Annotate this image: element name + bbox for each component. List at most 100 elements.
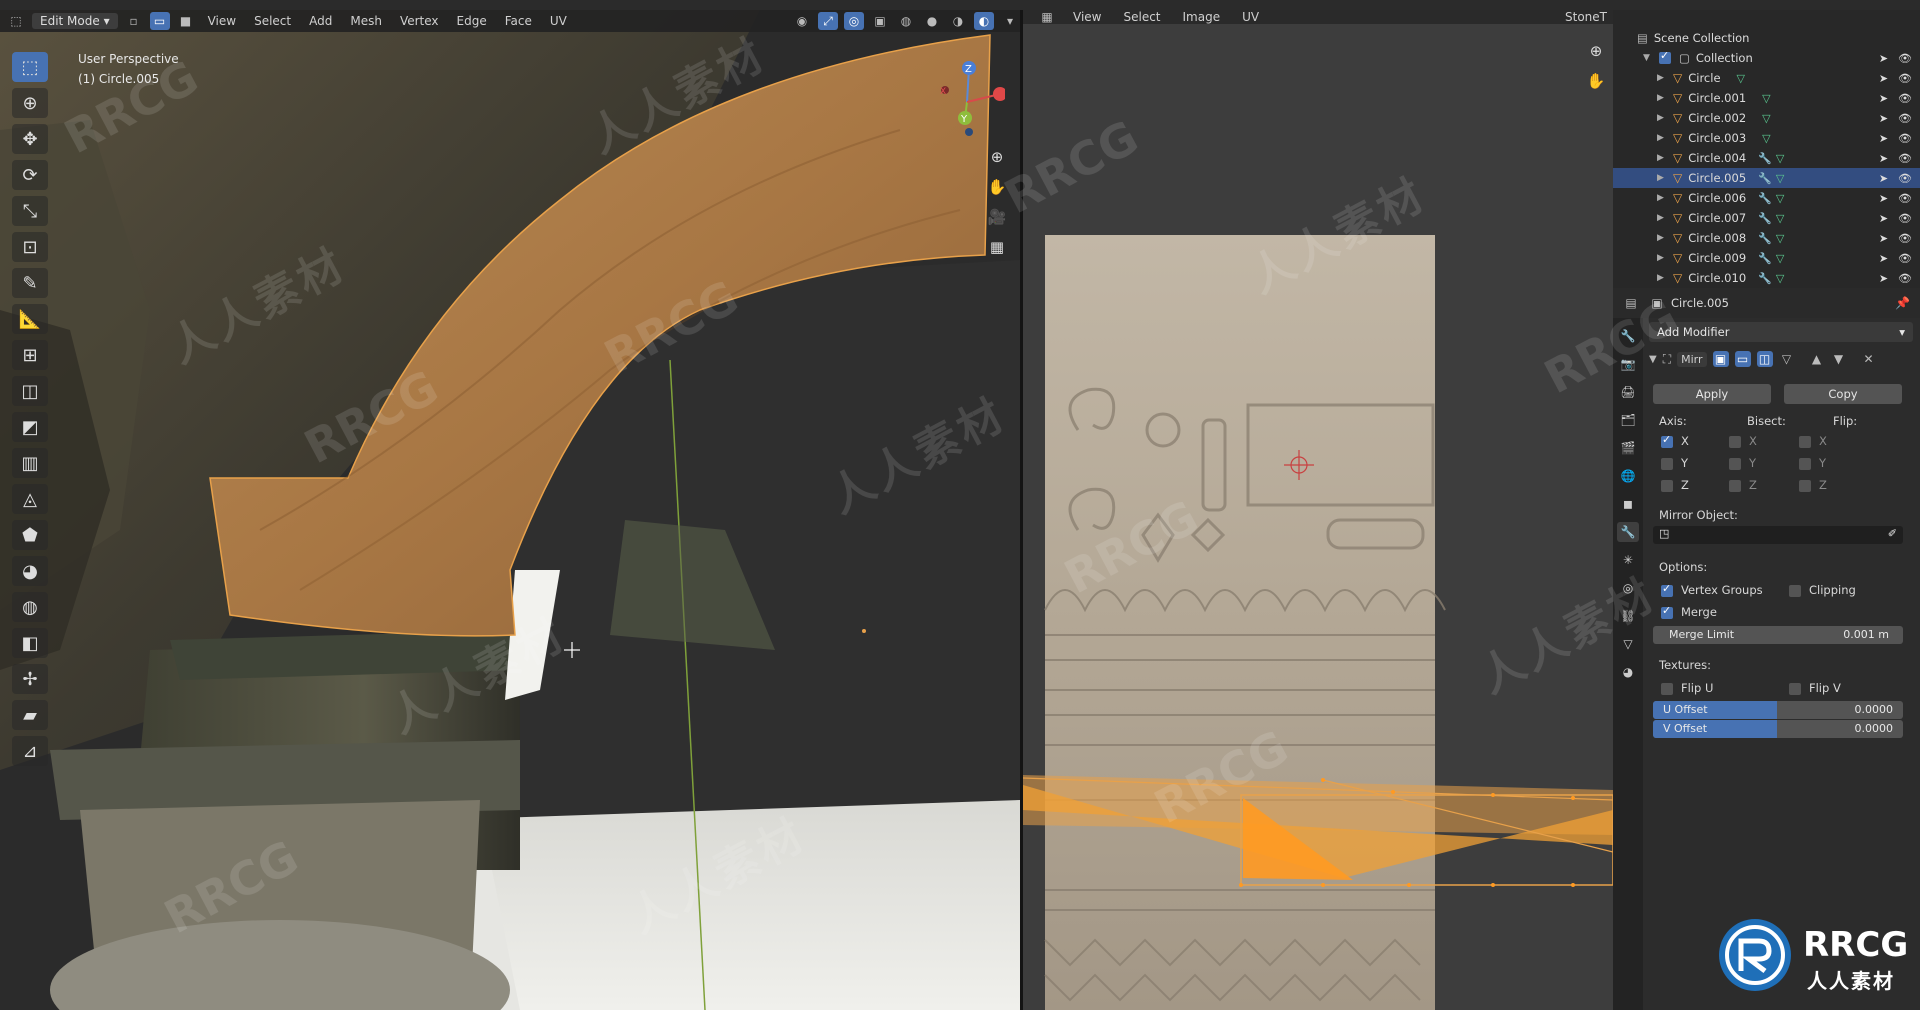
eye-icon[interactable]: 👁 (1898, 52, 1912, 65)
uv-menu-view[interactable]: View (1067, 10, 1107, 24)
menu-uv[interactable]: UV (544, 14, 573, 28)
menu-view[interactable]: View (202, 14, 242, 28)
select-arrow-icon[interactable]: ➤ (1879, 52, 1888, 65)
mesh-data-icon[interactable]: ▽ (1737, 72, 1745, 85)
particles-tab-icon[interactable]: ✳ (1617, 550, 1639, 570)
pin-icon[interactable]: 📌 (1895, 296, 1910, 310)
axis-z-checkbox[interactable] (1661, 480, 1673, 492)
modifier-collapse-icon[interactable]: ▼ (1649, 354, 1657, 365)
mesh-data-icon[interactable]: ▽ (1776, 272, 1784, 285)
merge-limit-field[interactable]: Merge Limit 0.001 m (1653, 626, 1903, 644)
expand-icon[interactable]: ▶ (1657, 193, 1667, 203)
bisect-z-checkbox[interactable] (1729, 480, 1741, 492)
spin-icon[interactable]: ◕ (12, 556, 48, 586)
face-select-icon[interactable]: ■ (176, 12, 196, 30)
copy-button[interactable]: Copy (1784, 384, 1902, 404)
outliner-item[interactable]: ▶ ▽ Circle ▽ ➤ 👁 (1613, 68, 1920, 88)
poly-build-icon[interactable]: ⬟ (12, 520, 48, 550)
eye-icon[interactable]: 👁 (1898, 212, 1912, 225)
extrude-icon[interactable]: ⊞ (12, 340, 48, 370)
expand-icon[interactable]: ▶ (1657, 213, 1667, 223)
scene-tab-icon[interactable]: 🎬 (1617, 438, 1639, 458)
flip-x-checkbox[interactable] (1799, 436, 1811, 448)
measure-icon[interactable]: 📐 (12, 304, 48, 334)
expand-icon[interactable]: ▶ (1657, 133, 1667, 143)
select-arrow-icon[interactable]: ➤ (1879, 92, 1888, 105)
transform-icon[interactable]: ⊡ (12, 232, 48, 262)
mesh-data-icon[interactable]: ▽ (1776, 192, 1784, 205)
add-modifier-dropdown[interactable]: Add Modifier ▾ (1649, 322, 1913, 342)
pan-hand-icon[interactable]: ✋ (984, 174, 1010, 200)
eye-icon[interactable]: 👁 (1898, 232, 1912, 245)
annotate-icon[interactable]: ✎ (12, 268, 48, 298)
edit-mode-toggle-icon[interactable]: ▣ (1712, 351, 1729, 367)
outliner[interactable]: ▤ Scene Collection ▼ ▢ Collection ➤👁 ▶▽C… (1613, 10, 1920, 288)
expand-icon[interactable]: ▶ (1657, 113, 1667, 123)
eye-icon[interactable]: 👁 (1898, 72, 1912, 85)
ortho-grid-icon[interactable]: ▦ (984, 234, 1010, 260)
select-box-icon[interactable]: ⬚ (12, 52, 48, 82)
eye-icon[interactable]: 👁 (1898, 272, 1912, 285)
select-arrow-icon[interactable]: ➤ (1879, 72, 1888, 85)
uv-menu-select[interactable]: Select (1117, 10, 1166, 24)
collection-row[interactable]: ▼ ▢ Collection ➤👁 (1613, 48, 1920, 68)
eyedropper-icon[interactable]: ✐ (1888, 527, 1897, 540)
shrink-fatten-icon[interactable]: ✢ (12, 664, 48, 694)
bisect-x-checkbox[interactable] (1729, 436, 1741, 448)
vertex-groups-checkbox[interactable] (1661, 582, 1673, 597)
close-icon[interactable]: ✕ (1861, 351, 1877, 367)
uv-pan-hand-icon[interactable]: ✋ (1583, 68, 1609, 94)
uv-menu-image[interactable]: Image (1177, 10, 1227, 24)
data-tab-icon[interactable]: ▽ (1617, 634, 1639, 654)
mesh-data-icon[interactable]: ▽ (1762, 92, 1770, 105)
outliner-item[interactable]: ▶ ▽ Circle.008 🔧 ▽ ➤ 👁 (1613, 228, 1920, 248)
flip-u-checkbox[interactable] (1661, 683, 1673, 695)
shading-render-icon[interactable]: ◐ (974, 12, 994, 30)
flip-v-checkbox[interactable] (1789, 683, 1801, 695)
uv-menu-uv[interactable]: UV (1236, 10, 1265, 24)
world-tab-icon[interactable]: 🌐 (1617, 466, 1639, 486)
expand-icon[interactable]: ▶ (1657, 73, 1667, 83)
smooth-icon[interactable]: ◍ (12, 592, 48, 622)
view-layer-tab-icon[interactable]: 🗂 (1617, 410, 1639, 430)
mesh-data-icon[interactable]: ▽ (1762, 112, 1770, 125)
inset-icon[interactable]: ◫ (12, 376, 48, 406)
mesh-data-icon[interactable]: ▽ (1776, 252, 1784, 265)
physics-tab-icon[interactable]: ◎ (1617, 578, 1639, 598)
clipping-checkbox[interactable] (1789, 585, 1801, 597)
uv-editor[interactable]: ▦ View Select Image UV StoneT ⊕ ✋ (1023, 10, 1613, 1010)
render-tab-icon[interactable]: 📷 (1617, 354, 1639, 374)
apply-button[interactable]: Apply (1653, 384, 1771, 404)
expand-icon[interactable]: ▶ (1657, 253, 1667, 263)
uv-editor-type-icon[interactable]: ▦ (1037, 10, 1057, 26)
constraints-tab-icon[interactable]: ⛓ (1617, 606, 1639, 626)
scale-icon[interactable]: ⤡ (12, 196, 48, 226)
bisect-y-checkbox[interactable] (1729, 458, 1741, 470)
shading-dropdown-icon[interactable]: ▾ (1000, 12, 1020, 30)
outliner-item[interactable]: ▶ ▽ Circle.004 🔧 ▽ ➤ 👁 (1613, 148, 1920, 168)
move-up-icon[interactable]: ▲ (1809, 351, 1825, 367)
viewport-toggle-icon[interactable]: ▭ (1734, 351, 1751, 367)
menu-add[interactable]: Add (303, 14, 338, 28)
eye-icon[interactable]: 👁 (1898, 112, 1912, 125)
flip-y-checkbox[interactable] (1799, 458, 1811, 470)
outliner-item[interactable]: ▶ ▽ Circle.009 🔧 ▽ ➤ 👁 (1613, 248, 1920, 268)
mesh-data-icon[interactable]: ▽ (1762, 132, 1770, 145)
select-arrow-icon[interactable]: ➤ (1879, 152, 1888, 165)
knife-icon[interactable]: ◬ (12, 484, 48, 514)
axis-y-checkbox[interactable] (1661, 458, 1673, 470)
select-arrow-icon[interactable]: ➤ (1879, 192, 1888, 205)
select-arrow-icon[interactable]: ➤ (1879, 232, 1888, 245)
overlay-toggle-icon[interactable]: ◎ (844, 12, 864, 30)
outliner-item[interactable]: ▶ ▽ Circle.010 🔧 ▽ ➤ 👁 (1613, 268, 1920, 288)
merge-checkbox[interactable] (1661, 604, 1673, 619)
select-arrow-icon[interactable]: ➤ (1879, 172, 1888, 185)
cage-toggle-icon[interactable]: ▽ (1779, 351, 1795, 367)
menu-edge[interactable]: Edge (451, 14, 493, 28)
outliner-item[interactable]: ▶ ▽ Circle.005 🔧 ▽ ➤ 👁 (1613, 168, 1920, 188)
axis-x-checkbox[interactable] (1661, 433, 1673, 448)
move-down-icon[interactable]: ▼ (1831, 351, 1847, 367)
outliner-item[interactable]: ▶ ▽ Circle.006 🔧 ▽ ➤ 👁 (1613, 188, 1920, 208)
select-arrow-icon[interactable]: ➤ (1879, 252, 1888, 265)
cursor-icon[interactable]: ⊕ (12, 88, 48, 118)
